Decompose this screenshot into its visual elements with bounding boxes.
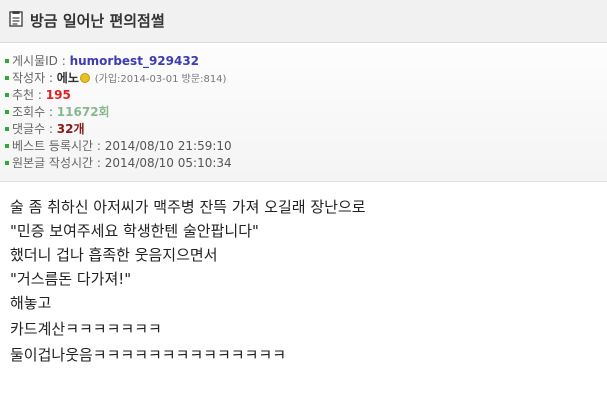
meta-separator: : — [45, 122, 57, 136]
bullet-icon — [5, 58, 9, 63]
meta-label: 댓글수 — [12, 122, 46, 136]
meta-label: 작성자 — [12, 71, 46, 85]
meta-label: 조회수 — [12, 105, 46, 119]
bullet-icon — [5, 75, 9, 80]
bullet-icon — [5, 109, 9, 114]
meta-separator: : — [93, 139, 105, 153]
post-meta: 게시물ID : humorbest_929432 작성자 : 에노 (가입:20… — [0, 44, 607, 182]
meta-separator: : — [57, 54, 70, 68]
body-line: 해놓고 — [10, 294, 52, 312]
original-time-value: 2014/08/10 05:10:34 — [104, 156, 232, 170]
document-icon — [9, 11, 23, 27]
view-count: 11672회 — [56, 105, 110, 119]
body-line: 둘이겁나웃음ㅋㅋㅋㅋㅋㅋㅋㅋㅋㅋㅋㅋㅋㅋ — [10, 346, 287, 364]
author-join-info: (가입:2014-03-01 방문:814) — [94, 74, 227, 85]
meta-comments: 댓글수 : 32개 — [5, 121, 85, 138]
meta-label: 추천 — [12, 88, 35, 102]
body-line: 술 좀 취하신 아저씨가 맥주병 잔뜩 가져 오길래 장난으로 — [10, 198, 366, 216]
meta-post-id: 게시물ID : humorbest_929432 — [5, 53, 199, 70]
meta-separator: : — [93, 156, 105, 170]
comment-count: 32개 — [56, 122, 85, 136]
body-line: "민증 보여주세요 학생한텐 술안팝니다" — [10, 222, 259, 240]
meta-separator: : — [34, 88, 46, 102]
meta-label: 게시물ID — [12, 54, 58, 68]
meta-author: 작성자 : 에노 (가입:2014-03-01 방문:814) — [5, 70, 226, 87]
meta-best-time: 베스트 등록시간 : 2014/08/10 21:59:10 — [5, 138, 232, 155]
meta-views: 조회수 : 11672회 — [5, 104, 110, 121]
recommend-count: 195 — [45, 88, 71, 102]
body-line: "거스름돈 다가져!" — [10, 270, 132, 288]
post-id-value: humorbest_929432 — [69, 54, 200, 68]
author-name[interactable]: 에노 — [57, 71, 79, 85]
bullet-icon — [5, 143, 9, 148]
page-title: 방금 일어난 편의점썰 — [30, 12, 165, 30]
best-time-value: 2014/08/10 21:59:10 — [104, 139, 232, 153]
title-bar: 방금 일어난 편의점썰 — [0, 0, 607, 43]
meta-separator: : — [45, 105, 57, 119]
member-badge-icon — [79, 72, 90, 83]
body-line: 했더니 겁나 흡족한 웃음지으면서 — [10, 246, 218, 264]
meta-label: 원본글 작성시간 — [12, 156, 94, 170]
bullet-icon — [5, 92, 9, 97]
meta-separator: : — [45, 71, 57, 85]
bullet-icon — [5, 160, 9, 165]
body-line: 카드계산ㅋㅋㅋㅋㅋㅋㅋ — [10, 320, 162, 338]
meta-label: 베스트 등록시간 — [12, 139, 94, 153]
meta-recommend: 추천 : 195 — [5, 87, 71, 104]
bullet-icon — [5, 126, 9, 131]
meta-original-time: 원본글 작성시간 : 2014/08/10 05:10:34 — [5, 155, 232, 172]
